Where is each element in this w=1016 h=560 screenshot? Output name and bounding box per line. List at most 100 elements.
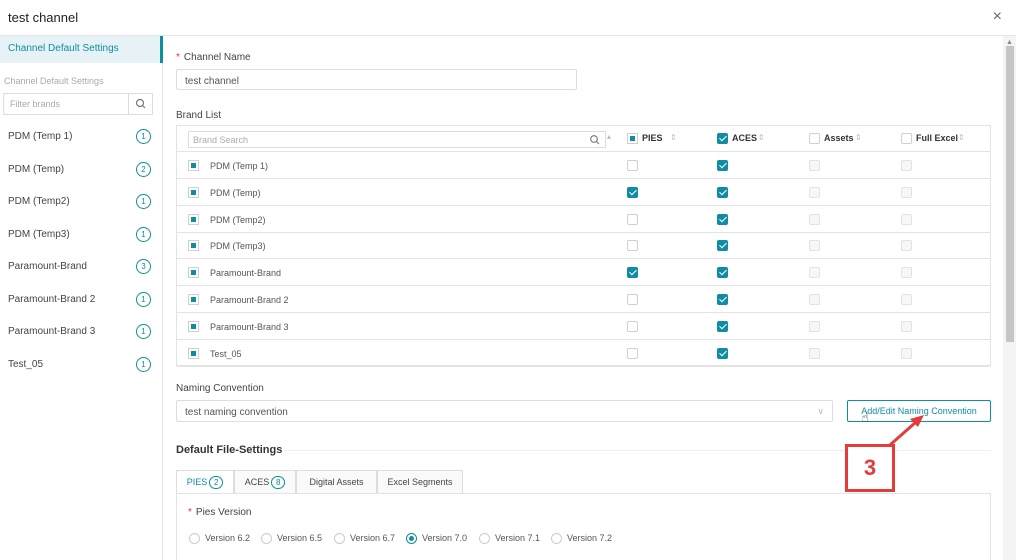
tab-badge: 8: [271, 476, 286, 490]
sort-icon[interactable]: ⇕: [855, 133, 862, 142]
checkbox-aces[interactable]: [717, 213, 728, 225]
checkbox-pies[interactable]: [627, 186, 638, 198]
sidebar-item-label: Paramount-Brand: [8, 261, 87, 272]
checkbox-pies[interactable]: [627, 213, 638, 225]
chevron-down-icon: ∨: [817, 406, 824, 416]
sidebar-item-brand[interactable]: PDM (Temp) 2: [0, 155, 163, 187]
brand-row-checkbox[interactable]: [188, 186, 199, 198]
checkbox-aces[interactable]: [717, 240, 728, 252]
column-header-label[interactable]: Assets: [824, 133, 854, 143]
checkbox-aces[interactable]: [717, 294, 728, 305]
checkbox-pies[interactable]: [627, 267, 638, 279]
brand-row-checkbox[interactable]: [188, 267, 199, 279]
scroll-up-icon[interactable]: ▲: [1006, 39, 1013, 46]
checkbox-aces[interactable]: [717, 160, 728, 171]
checkbox-excel[interactable]: [901, 294, 912, 305]
radio-dot[interactable]: [189, 533, 200, 544]
close-icon[interactable]: ×: [993, 8, 1002, 26]
sidebar-item-channel-default-settings[interactable]: Channel Default Settings: [0, 36, 163, 63]
sort-icon[interactable]: ⇕: [758, 133, 765, 142]
header-checkbox-pies[interactable]: [627, 133, 638, 144]
channel-name-input[interactable]: test channel: [176, 69, 577, 90]
checkbox-pies[interactable]: [627, 160, 638, 171]
checkbox-assets[interactable]: [809, 320, 820, 332]
pies-version-label: * Pies Version: [188, 507, 252, 518]
checkbox-excel[interactable]: [901, 160, 912, 171]
checkbox-pies[interactable]: [627, 347, 638, 359]
tab-aces[interactable]: ACES 8: [234, 470, 296, 494]
table-row: PDM (Temp 1): [177, 152, 990, 179]
checkbox-excel[interactable]: [901, 186, 912, 198]
sidebar-item-label: Paramount-Brand 3: [8, 326, 96, 337]
search-icon[interactable]: [589, 133, 601, 147]
brand-row-checkbox[interactable]: [188, 347, 199, 359]
checkbox-assets[interactable]: [809, 213, 820, 225]
sidebar-item-brand[interactable]: PDM (Temp 1) 1: [0, 122, 163, 154]
filter-search-button[interactable]: [128, 94, 152, 114]
brand-search-input[interactable]: Brand Search: [188, 131, 606, 148]
column-header-label[interactable]: PIES: [642, 133, 663, 143]
checkbox-assets[interactable]: [809, 160, 820, 171]
checkbox-pies[interactable]: [627, 320, 638, 332]
sidebar-item-label: PDM (Temp 1): [8, 131, 73, 142]
required-mark: *: [188, 507, 192, 518]
header-checkbox-assets[interactable]: [809, 133, 820, 144]
column-header-label[interactable]: ACES: [732, 133, 757, 143]
header-checkbox-full-excel[interactable]: [901, 133, 912, 144]
checkbox-excel[interactable]: [901, 240, 912, 252]
tab-digital-assets[interactable]: Digital Assets: [296, 470, 377, 494]
header-checkbox-aces[interactable]: [717, 133, 728, 144]
tab-pies[interactable]: PIES 2: [176, 470, 234, 494]
checkbox-aces[interactable]: [717, 186, 728, 198]
sort-icon[interactable]: ⇕: [958, 133, 965, 142]
checkbox-assets[interactable]: [809, 240, 820, 252]
radio-dot[interactable]: [479, 533, 490, 544]
checkbox-excel[interactable]: [901, 347, 912, 359]
checkbox-excel[interactable]: [901, 213, 912, 225]
checkbox-pies[interactable]: [627, 294, 638, 305]
table-row: Paramount-Brand: [177, 259, 990, 287]
scrollbar[interactable]: ▲: [1003, 36, 1016, 560]
checkbox-assets[interactable]: [809, 294, 820, 305]
brand-row-checkbox[interactable]: [188, 160, 199, 171]
naming-convention-select[interactable]: test naming convention ∨: [176, 400, 833, 422]
brand-row-checkbox[interactable]: [188, 320, 199, 332]
brand-name: PDM (Temp 1): [210, 161, 269, 171]
radio-dot[interactable]: [406, 533, 417, 544]
sort-icon[interactable]: ⇕: [670, 133, 677, 142]
sidebar-item-brand[interactable]: Paramount-Brand 3: [0, 252, 163, 284]
radio-dot[interactable]: [334, 533, 345, 544]
column-header-label[interactable]: Full Excel: [916, 133, 958, 143]
sidebar-item-brand[interactable]: Paramount-Brand 3 1: [0, 317, 163, 349]
checkbox-aces[interactable]: [717, 347, 728, 359]
checkbox-aces[interactable]: [717, 320, 728, 332]
brand-name: PDM (Temp): [210, 187, 261, 198]
checkbox-assets[interactable]: [809, 267, 820, 279]
count-badge: 1: [136, 291, 151, 307]
scrollbar-thumb[interactable]: [1006, 46, 1014, 342]
sidebar-item-brand[interactable]: Paramount-Brand 2 1: [0, 285, 163, 317]
sidebar-item-brand[interactable]: Test_05 1: [0, 350, 163, 382]
checkbox-assets[interactable]: [809, 186, 820, 198]
pies-tab-panel: [176, 493, 991, 560]
table-row: PDM (Temp3): [177, 232, 990, 260]
brand-row-checkbox[interactable]: [188, 294, 199, 305]
brand-name: PDM (Temp3): [210, 241, 266, 252]
checkbox-aces[interactable]: [717, 267, 728, 279]
sidebar-item-brand[interactable]: PDM (Temp3) 1: [0, 220, 163, 252]
tab-excel-segments[interactable]: Excel Segments: [377, 470, 463, 494]
version-label: Version 7.1: [495, 533, 541, 543]
radio-dot[interactable]: [261, 533, 272, 544]
checkbox-pies[interactable]: [627, 240, 638, 252]
sidebar-item-brand[interactable]: PDM (Temp2) 1: [0, 187, 163, 219]
annotation-arrow-icon: [889, 415, 924, 447]
checkbox-excel[interactable]: [901, 267, 912, 279]
checkbox-excel[interactable]: [901, 320, 912, 332]
brand-row-checkbox[interactable]: [188, 240, 199, 252]
brand-row-checkbox[interactable]: [188, 213, 199, 225]
sort-icon[interactable]: ▴: [607, 132, 611, 141]
checkbox-assets[interactable]: [809, 347, 820, 359]
count-badge: 1: [136, 324, 151, 339]
radio-dot[interactable]: [551, 533, 562, 544]
filter-brands-input[interactable]: Filter brands: [3, 93, 153, 115]
